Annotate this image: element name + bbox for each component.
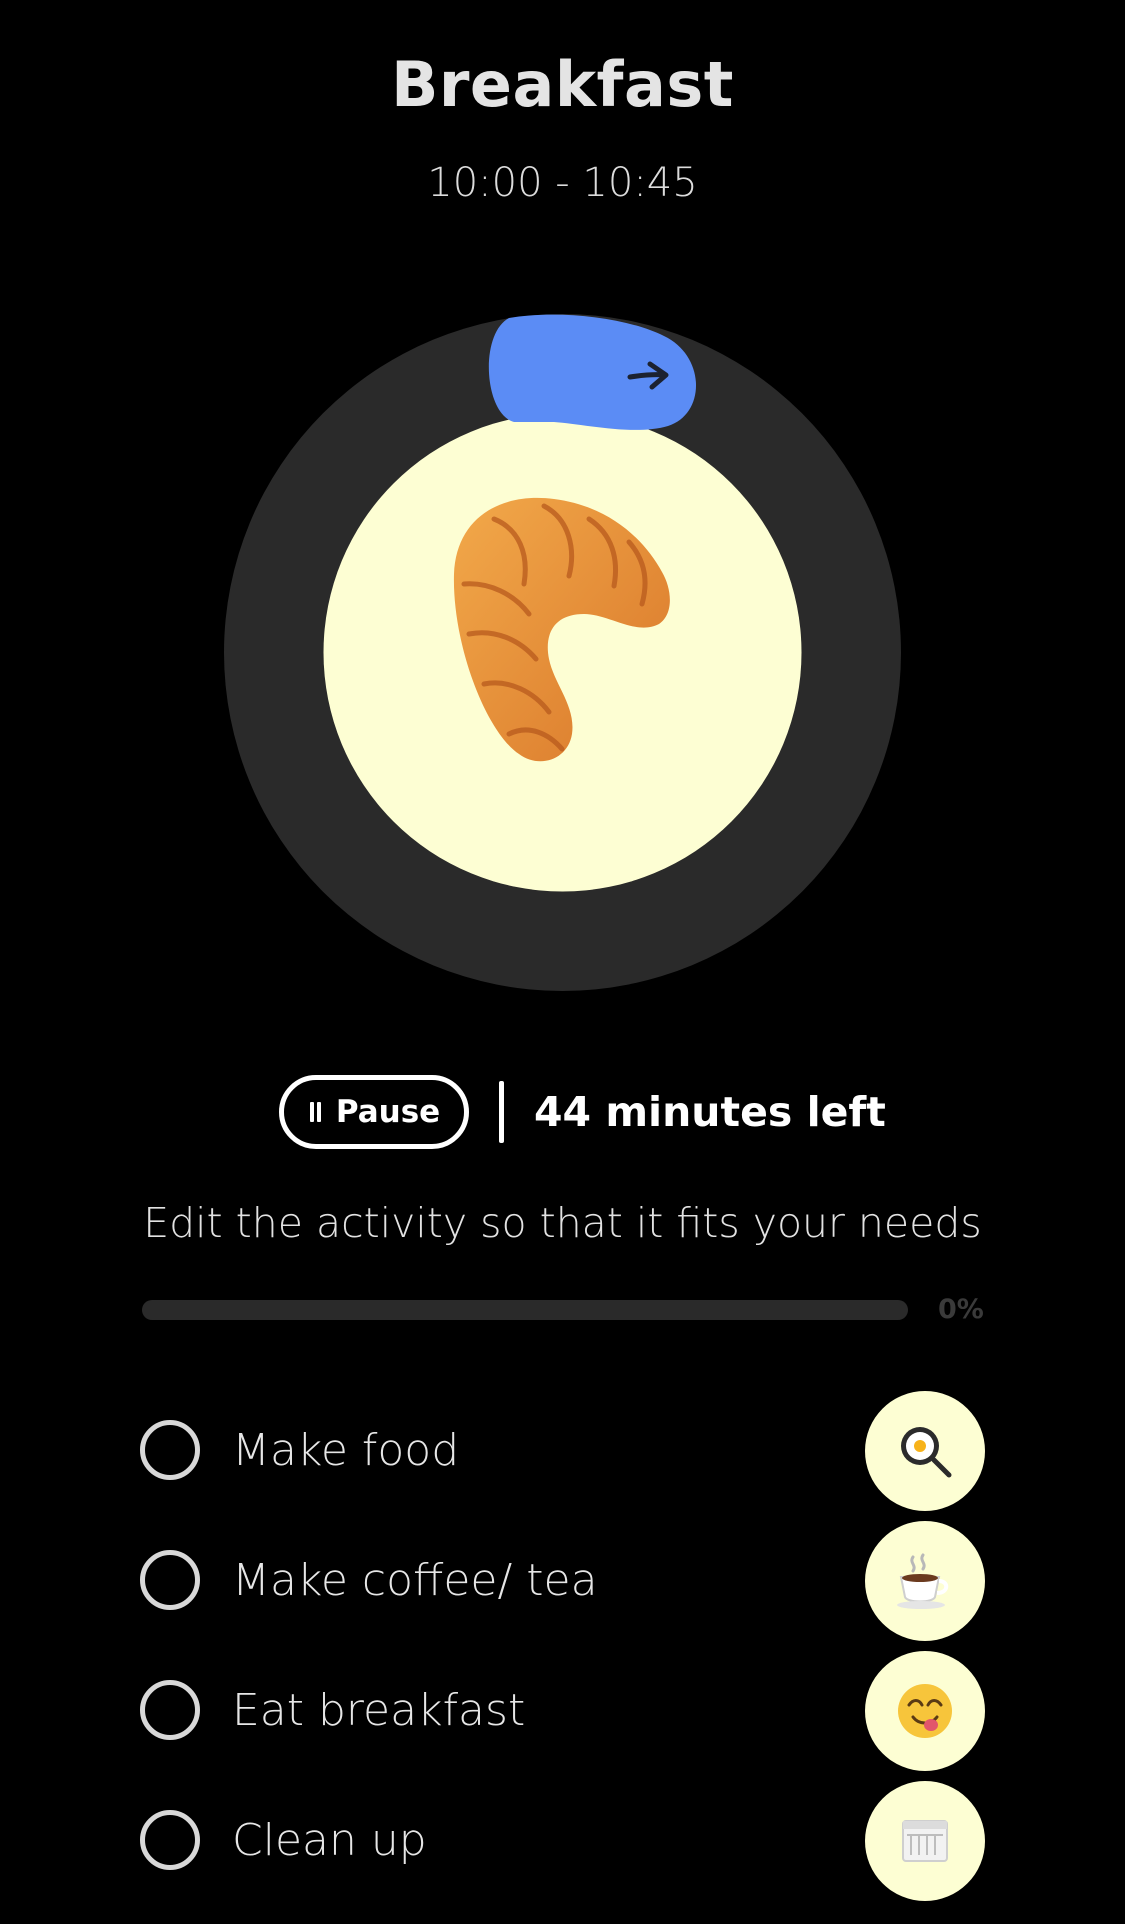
dishwasher-icon	[902, 1820, 948, 1862]
task-checkbox[interactable]	[140, 1810, 200, 1870]
task-icon-button[interactable]	[865, 1781, 985, 1901]
time-remaining: 44 minutes left	[534, 1088, 886, 1136]
divider	[499, 1081, 504, 1143]
pause-label: Pause	[335, 1094, 441, 1130]
task-checkbox[interactable]	[140, 1550, 200, 1610]
task-checkbox[interactable]	[140, 1680, 200, 1740]
hot-coffee-icon	[897, 1553, 949, 1609]
task-checkbox[interactable]	[140, 1420, 200, 1480]
pause-button[interactable]: Pause	[279, 1075, 469, 1149]
task-progress-label: 0%	[938, 1294, 984, 1325]
dial-center	[323, 413, 802, 892]
task-progress-bar	[142, 1300, 908, 1320]
dial-graphic	[224, 314, 901, 991]
pause-icon	[308, 1102, 322, 1122]
task-row-make-food[interactable]: Make food	[140, 1385, 985, 1515]
time-range: 10:00 - 10:45	[427, 160, 698, 206]
task-icon-button[interactable]	[865, 1521, 985, 1641]
frying-pan-egg-icon	[901, 1427, 952, 1478]
timer-controls: Pause 44 minutes left	[279, 1075, 886, 1149]
activity-dial	[224, 314, 901, 991]
yum-face-icon	[898, 1684, 952, 1738]
page-title: Breakfast	[391, 48, 734, 121]
task-row-eat-breakfast[interactable]: Eat breakfast	[140, 1645, 985, 1775]
task-row-make-coffee[interactable]: Make coffee/ tea	[140, 1515, 985, 1645]
task-row-clean-up[interactable]: Clean up	[140, 1775, 985, 1905]
activity-screen: Breakfast 10:00 - 10:45 Pause 44 minutes…	[0, 0, 1125, 1924]
task-icon-button[interactable]	[865, 1651, 985, 1771]
task-list: Make food Make coffee/ tea Eat breakfast…	[140, 1385, 985, 1905]
edit-hint: Edit the activity so that it fits your n…	[143, 1199, 982, 1247]
task-icon-button[interactable]	[865, 1391, 985, 1511]
